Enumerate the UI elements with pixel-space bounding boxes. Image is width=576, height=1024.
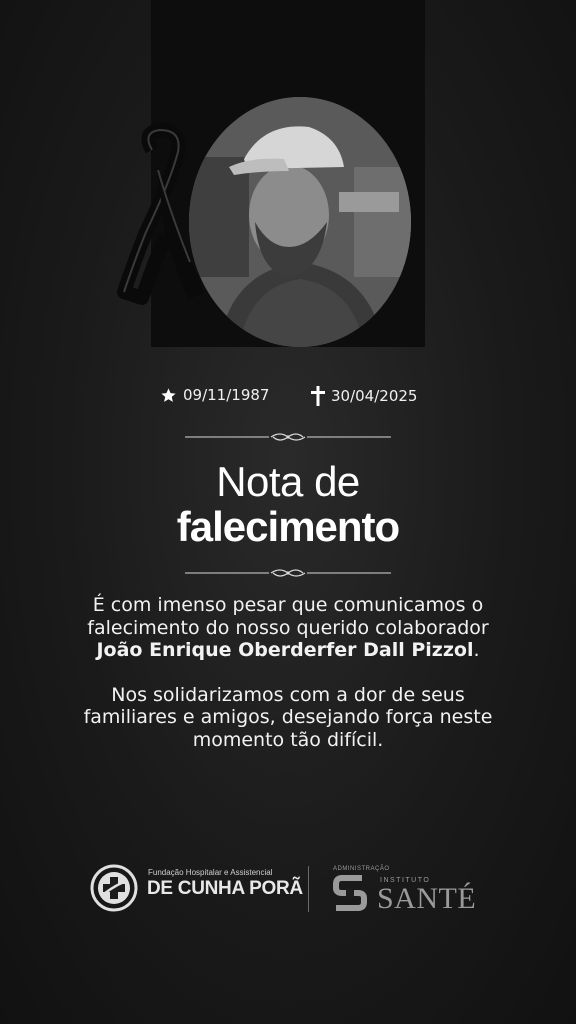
birth-date-text: 09/11/1987 — [183, 386, 270, 404]
institute-name: SANTÉ — [377, 882, 477, 915]
message-paragraph-2: Nos solidarizamos com a dor de seus fami… — [83, 683, 493, 751]
cross-icon — [311, 386, 325, 406]
title-line-1: Nota de — [216, 458, 360, 505]
ornament-divider-top — [185, 431, 391, 443]
hospital-subtitle: Fundação Hospitalar e Assistencial — [148, 868, 273, 877]
message-paragraph-1: É com imenso pesar que comunicamos o fal… — [78, 594, 498, 662]
footer-logos: Fundação Hospitalar e Assistencial DE CU… — [0, 860, 576, 920]
ornament-divider-bottom — [185, 567, 391, 579]
portrait-photo — [189, 97, 411, 347]
admin-label: ADMINISTRAÇÃO — [333, 866, 390, 872]
message-intro: É com imenso pesar que comunicamos o fal… — [87, 594, 489, 639]
condolence-message: É com imenso pesar que comunicamos o fal… — [78, 594, 498, 751]
footer-separator — [308, 866, 309, 912]
death-date-text: 30/04/2025 — [331, 387, 418, 405]
sante-s-logo-icon — [333, 875, 367, 911]
black-ribbon-icon — [117, 123, 204, 305]
message-period: . — [473, 639, 480, 661]
title-line-2: falecimento — [176, 503, 400, 550]
hospital-name: DE CUNHA PORÃ — [147, 878, 303, 899]
deceased-name: João Enrique Oberderfer Dall Pizzol — [96, 639, 474, 661]
dates-row: 09/11/1987 30/04/2025 — [0, 386, 576, 410]
birth-date: 09/11/1987 — [160, 386, 269, 404]
death-date: 30/04/2025 — [311, 386, 417, 406]
hospital-cross-logo-icon — [90, 864, 138, 912]
star-icon — [161, 387, 176, 402]
